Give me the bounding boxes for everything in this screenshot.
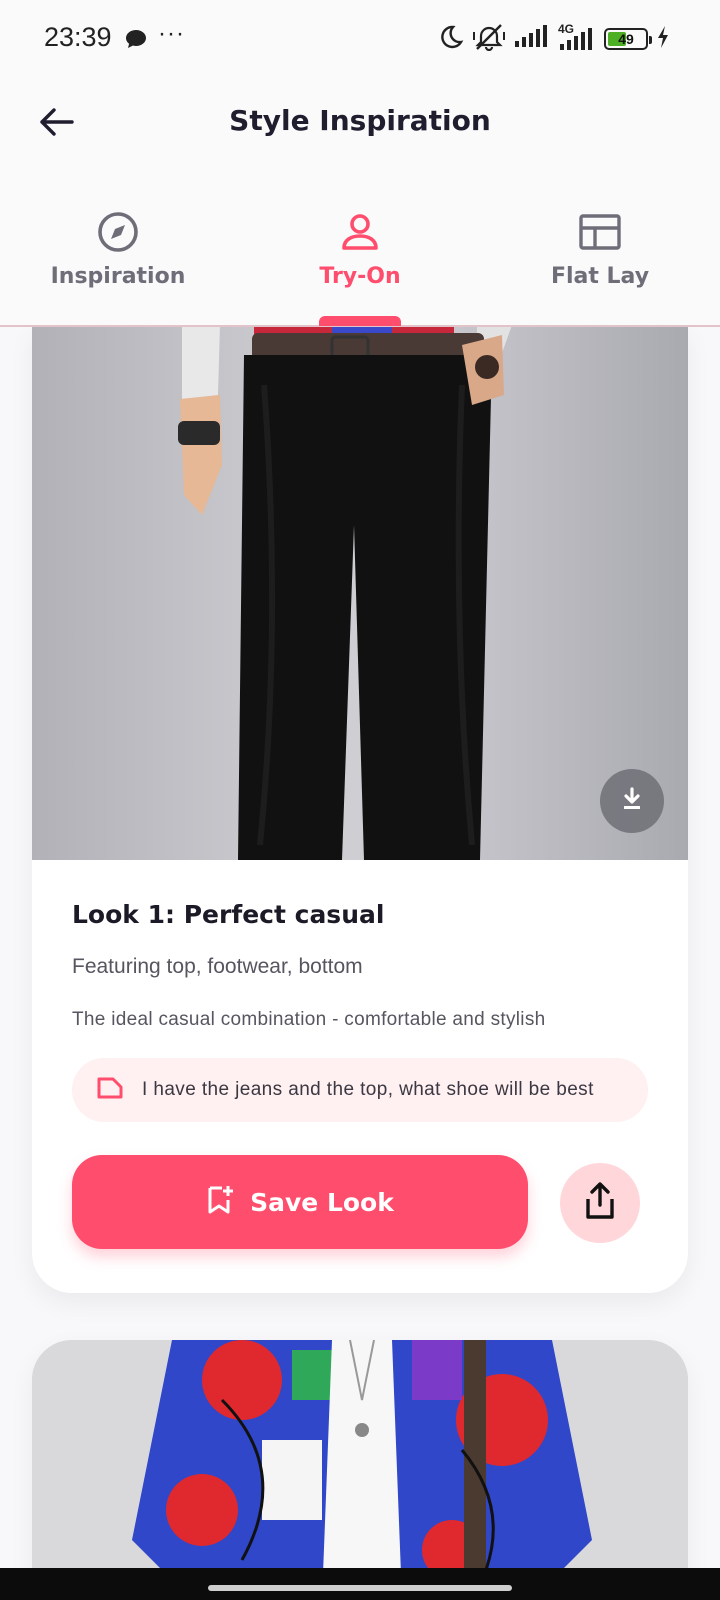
tab-label: Try-On bbox=[319, 264, 401, 289]
vibrate-off-icon bbox=[472, 23, 506, 56]
tab-flat-lay[interactable]: Flat Lay bbox=[500, 210, 700, 289]
label-tag-icon bbox=[96, 1076, 124, 1105]
download-icon bbox=[619, 786, 645, 817]
look-title: Look 1: Perfect casual bbox=[72, 900, 385, 929]
query-text: I have the jeans and the top, what shoe … bbox=[142, 1079, 594, 1100]
look-description: The ideal casual combination - comfortab… bbox=[72, 1009, 546, 1030]
battery-level: 49 bbox=[618, 31, 634, 47]
signal-icon bbox=[514, 24, 548, 54]
look-card-next[interactable] bbox=[32, 1340, 688, 1568]
home-gesture-handle[interactable] bbox=[208, 1585, 512, 1591]
look-featuring: Featuring top, footwear, bottom bbox=[72, 955, 363, 978]
looks-feed[interactable]: Look 1: Perfect casual Featuring top, fo… bbox=[0, 327, 720, 1568]
page-title: Style Inspiration bbox=[229, 104, 491, 137]
tab-label: Inspiration bbox=[50, 264, 186, 289]
look-card: Look 1: Perfect casual Featuring top, fo… bbox=[32, 327, 688, 1293]
tab-bar: Inspiration Try-On Flat Lay bbox=[0, 170, 720, 327]
share-icon bbox=[582, 1181, 618, 1226]
active-tab-indicator bbox=[319, 316, 401, 326]
charging-icon bbox=[656, 25, 670, 54]
save-look-button[interactable]: Save Look bbox=[72, 1155, 528, 1249]
query-pill: I have the jeans and the top, what shoe … bbox=[72, 1058, 648, 1122]
status-icons: 4G 49 bbox=[436, 22, 670, 56]
trousers-image bbox=[178, 327, 512, 860]
share-button[interactable] bbox=[560, 1163, 640, 1243]
moon-icon bbox=[436, 23, 464, 56]
chat-bubble-icon bbox=[124, 28, 148, 55]
save-look-label: Save Look bbox=[250, 1187, 394, 1217]
battery-icon: 49 bbox=[604, 28, 652, 50]
status-time: 23:39 bbox=[44, 22, 112, 52]
download-button[interactable] bbox=[600, 769, 664, 833]
person-icon bbox=[260, 210, 460, 254]
tab-try-on[interactable]: Try-On bbox=[260, 210, 460, 289]
layout-icon bbox=[500, 210, 700, 254]
look-photo[interactable] bbox=[32, 327, 688, 860]
status-bar: 23:39 ··· 4G 49 bbox=[0, 0, 720, 78]
shirt-image bbox=[32, 1340, 688, 1568]
more-notifications-icon: ··· bbox=[158, 20, 185, 47]
tab-inspiration[interactable]: Inspiration bbox=[18, 210, 218, 289]
bookmark-add-icon bbox=[206, 1184, 234, 1221]
tab-label: Flat Lay bbox=[550, 264, 650, 289]
signal-4g-icon: 4G bbox=[556, 22, 596, 52]
battery-cap bbox=[649, 36, 652, 44]
app-header: Style Inspiration bbox=[0, 78, 720, 170]
system-nav-bar bbox=[0, 1568, 720, 1600]
compass-icon bbox=[18, 210, 218, 254]
